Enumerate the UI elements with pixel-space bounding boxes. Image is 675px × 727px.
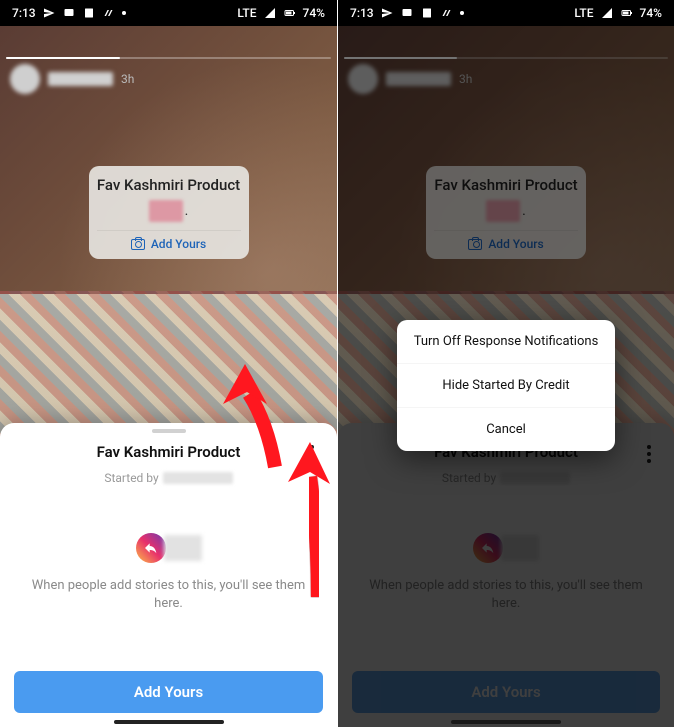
- status-network: LTE: [237, 6, 256, 20]
- chat-icon: [400, 7, 414, 19]
- empty-text: When people add stories to this, you'll …: [30, 577, 307, 613]
- sticker-add-yours[interactable]: Add Yours: [97, 230, 241, 251]
- dot-icon: [122, 11, 126, 15]
- story-header[interactable]: 3h: [10, 64, 134, 94]
- stripes-icon: [440, 7, 454, 19]
- status-network: LTE: [574, 6, 593, 20]
- signal-icon: [263, 7, 277, 19]
- status-time: 7:13: [12, 6, 36, 20]
- reply-badge: [136, 533, 202, 563]
- phone-right: 7:13 LTE 74% 3h Fav: [337, 0, 674, 727]
- status-battery: 74%: [303, 6, 325, 20]
- started-by-label: Started by: [104, 471, 158, 485]
- battery-icon: [283, 7, 297, 19]
- sticker-avatar-blurred: [149, 200, 183, 222]
- note-icon: [420, 7, 434, 19]
- add-yours-button[interactable]: Add Yours: [14, 671, 323, 713]
- home-indicator[interactable]: [114, 720, 224, 724]
- note-icon: [82, 7, 96, 19]
- status-bar: 7:13 LTE 74%: [338, 0, 674, 26]
- chat-icon: [62, 7, 76, 19]
- add-yours-sticker[interactable]: Fav Kashmiri Product . Add Yours: [89, 166, 249, 259]
- status-battery: 74%: [640, 6, 662, 20]
- camera-icon: [131, 239, 145, 250]
- username-blurred: [48, 72, 113, 86]
- sticker-add-label: Add Yours: [151, 237, 206, 251]
- popup-turn-off-notifications[interactable]: Turn Off Response Notifications: [397, 320, 615, 363]
- sticker-title: Fav Kashmiri Product: [97, 176, 241, 194]
- popup-cancel[interactable]: Cancel: [397, 407, 615, 451]
- stripes-icon: [102, 7, 116, 19]
- reply-blurred: [164, 535, 202, 561]
- sheet-grabber[interactable]: [152, 429, 186, 433]
- status-bar: 7:13 LTE 74%: [0, 0, 337, 26]
- time-ago: 3h: [121, 72, 134, 86]
- popup-hide-credit[interactable]: Hide Started By Credit: [397, 363, 615, 407]
- signal-icon: [600, 7, 614, 19]
- story-progress: [6, 57, 331, 59]
- avatar[interactable]: [10, 64, 40, 94]
- status-time: 7:13: [350, 6, 374, 20]
- dot-icon: [460, 11, 464, 15]
- send-icon: [42, 7, 56, 19]
- battery-icon: [620, 7, 634, 19]
- options-popup: Turn Off Response Notifications Hide Sta…: [397, 320, 615, 451]
- started-by-user-blurred: [163, 472, 233, 484]
- reply-gradient-icon: [136, 533, 166, 563]
- send-icon: [380, 7, 394, 19]
